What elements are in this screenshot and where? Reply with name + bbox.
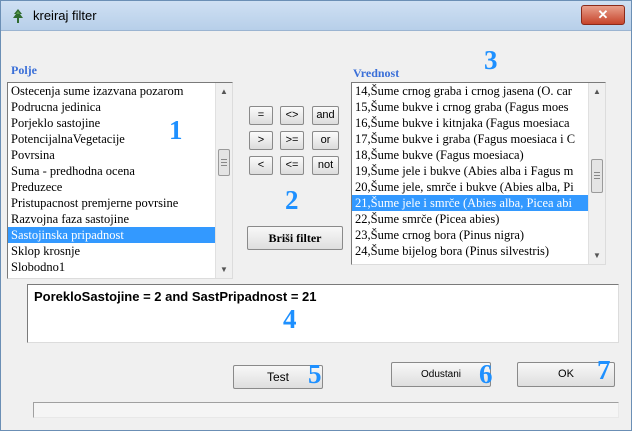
annotation-7: 7 bbox=[597, 355, 611, 385]
list-item[interactable]: Porjeklo sastojine bbox=[8, 115, 232, 131]
tree-icon bbox=[13, 9, 23, 23]
vrednost-listbox[interactable]: 14,Šume crnog graba i crnog jasena (O. c… bbox=[351, 82, 606, 265]
list-item[interactable]: Slobodno1 bbox=[8, 259, 232, 275]
scroll-down-arrow-icon[interactable]: ▼ bbox=[216, 261, 232, 278]
annotation-5: 5 bbox=[308, 359, 322, 389]
vrednost-label: Vrednost bbox=[353, 66, 400, 80]
vrednost-scroll-thumb[interactable] bbox=[591, 159, 603, 193]
list-item[interactable]: Podrucna jedinica bbox=[8, 99, 232, 115]
op-less-button[interactable]: < bbox=[249, 156, 273, 175]
polje-items: Ostecenja sume izazvana pozarom Podrucna … bbox=[8, 83, 232, 275]
list-item[interactable]: Sastojinska pripadnost bbox=[8, 227, 232, 243]
polje-scrollbar[interactable]: ▲ ▼ bbox=[215, 83, 232, 278]
annotation-2: 2 bbox=[285, 185, 299, 215]
list-item[interactable]: 17,Šume bukve i graba (Fagus moesiaca i … bbox=[352, 131, 605, 147]
scroll-up-arrow-icon[interactable]: ▲ bbox=[589, 83, 605, 100]
annotation-3: 3 bbox=[484, 45, 498, 75]
annotation-4: 4 bbox=[283, 304, 297, 334]
list-item[interactable]: 20,Šume jele, smrče i bukve (Abies alba,… bbox=[352, 179, 605, 195]
list-item[interactable]: Pristupacnost premjerne povrsine bbox=[8, 195, 232, 211]
op-or-button[interactable]: or bbox=[312, 131, 339, 150]
list-item[interactable]: 24,Šume bijelog bora (Pinus silvestris) bbox=[352, 243, 605, 259]
list-item[interactable]: 16,Šume bukve i kitnjaka (Fagus moesiaca bbox=[352, 115, 605, 131]
list-item[interactable]: 14,Šume crnog graba i crnog jasena (O. c… bbox=[352, 83, 605, 99]
list-item[interactable]: PotencijalnaVegetacije bbox=[8, 131, 232, 147]
list-item[interactable]: 19,Šume jele i bukve (Abies alba i Fagus… bbox=[352, 163, 605, 179]
list-item[interactable]: 15,Šume bukve i crnog graba (Fagus moes bbox=[352, 99, 605, 115]
op-and-button[interactable]: and bbox=[312, 106, 339, 125]
close-button[interactable]: ✕ bbox=[581, 5, 625, 25]
vrednost-scrollbar[interactable]: ▲ ▼ bbox=[588, 83, 605, 264]
odustani-button[interactable]: Odustani bbox=[391, 362, 491, 387]
list-item[interactable]: Povrsina bbox=[8, 147, 232, 163]
list-item[interactable]: 23,Šume crnog bora (Pinus nigra) bbox=[352, 227, 605, 243]
status-bar bbox=[33, 402, 619, 418]
dialog-window: kreiraj filter ✕ Polje Ostecenja sume iz… bbox=[0, 0, 632, 431]
list-item[interactable]: 21,Šume jele i smrče (Abies alba, Picea … bbox=[352, 195, 605, 211]
annotation-6: 6 bbox=[479, 359, 493, 389]
polje-listbox[interactable]: Ostecenja sume izazvana pozarom Podrucna … bbox=[7, 82, 233, 279]
op-lessequal-button[interactable]: <= bbox=[280, 156, 304, 175]
list-item[interactable]: Suma - predhodna ocena bbox=[8, 163, 232, 179]
list-item[interactable]: 22,Šume smrče (Picea abies) bbox=[352, 211, 605, 227]
vrednost-items: 14,Šume crnog graba i crnog jasena (O. c… bbox=[352, 83, 605, 259]
filter-expression-field[interactable]: PorekloSastojine = 2 and SastPripadnost … bbox=[27, 284, 619, 343]
list-item[interactable]: Razvojna faza sastojine bbox=[8, 211, 232, 227]
polje-scroll-thumb[interactable] bbox=[218, 149, 230, 176]
window-title: kreiraj filter bbox=[33, 8, 97, 23]
title-bar[interactable]: kreiraj filter ✕ bbox=[1, 1, 631, 31]
op-greater-button[interactable]: > bbox=[249, 131, 273, 150]
list-item[interactable]: Sklop krosnje bbox=[8, 243, 232, 259]
list-item[interactable]: 18,Šume bukve (Fagus moesiaca) bbox=[352, 147, 605, 163]
list-item[interactable]: Ostecenja sume izazvana pozarom bbox=[8, 83, 232, 99]
scroll-up-arrow-icon[interactable]: ▲ bbox=[216, 83, 232, 100]
dialog-client: Polje Ostecenja sume izazvana pozarom Pod… bbox=[7, 35, 625, 425]
close-icon: ✕ bbox=[597, 7, 609, 22]
op-not-button[interactable]: not bbox=[312, 156, 339, 175]
op-equal-button[interactable]: = bbox=[249, 106, 273, 125]
op-notequal-button[interactable]: <> bbox=[280, 106, 304, 125]
op-greaterequal-button[interactable]: >= bbox=[280, 131, 304, 150]
scroll-down-arrow-icon[interactable]: ▼ bbox=[589, 247, 605, 264]
filter-expression-text: PorekloSastojine = 2 and SastPripadnost … bbox=[34, 289, 317, 304]
list-item[interactable]: Preduzece bbox=[8, 179, 232, 195]
annotation-1: 1 bbox=[169, 115, 183, 145]
polje-label: Polje bbox=[11, 63, 37, 77]
brisi-filter-button[interactable]: Briši filter bbox=[247, 226, 343, 250]
